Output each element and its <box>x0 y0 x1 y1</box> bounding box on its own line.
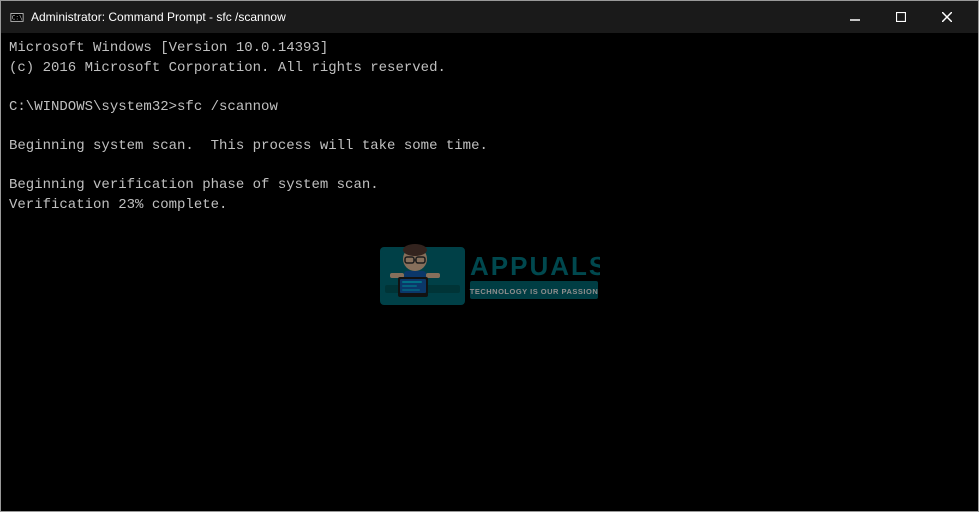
titlebar-controls <box>832 1 970 33</box>
titlebar: C:\ Administrator: Command Prompt - sfc … <box>1 1 978 33</box>
window-title: Administrator: Command Prompt - sfc /sca… <box>31 10 832 24</box>
cmd-window: C:\ Administrator: Command Prompt - sfc … <box>0 0 979 512</box>
close-button[interactable] <box>924 1 970 33</box>
svg-text:APPUALS: APPUALS <box>470 251 600 281</box>
console-line-empty <box>9 78 970 98</box>
console-line-empty <box>9 117 970 137</box>
watermark: APPUALS TECHNOLOGY IS OUR PASSION <box>380 237 600 307</box>
console-scan-start: Beginning system scan. This process will… <box>9 137 970 157</box>
svg-text:TECHNOLOGY IS OUR PASSION: TECHNOLOGY IS OUR PASSION <box>469 287 598 296</box>
window-icon: C:\ <box>9 9 25 25</box>
console-command-line: C:\WINDOWS\system32>sfc /scannow <box>9 98 970 118</box>
minimize-button[interactable] <box>832 1 878 33</box>
maximize-button[interactable] <box>878 1 924 33</box>
console-verification-start: Beginning verification phase of system s… <box>9 176 970 196</box>
console-line: Microsoft Windows [Version 10.0.14393] <box>9 39 970 59</box>
console-line: (c) 2016 Microsoft Corporation. All righ… <box>9 59 970 79</box>
console-output[interactable]: Microsoft Windows [Version 10.0.14393] (… <box>1 33 978 511</box>
console-line-empty <box>9 157 970 177</box>
console-verification-progress: Verification 23% complete. <box>9 196 970 216</box>
svg-text:C:\: C:\ <box>12 15 23 22</box>
